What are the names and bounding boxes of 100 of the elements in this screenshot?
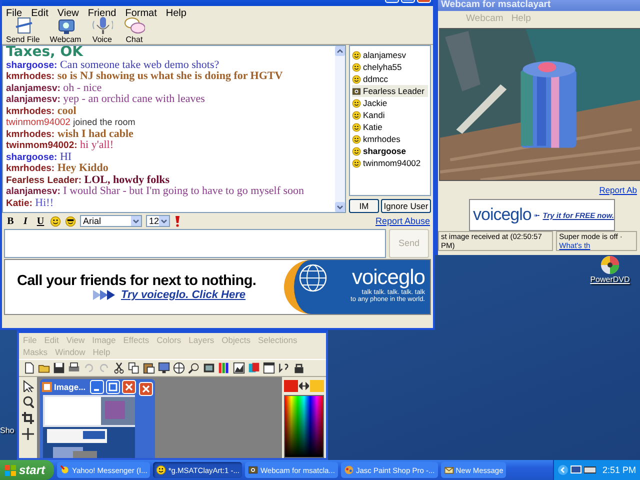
globe-icon[interactable]: [173, 362, 185, 374]
copy-icon[interactable]: [128, 362, 140, 374]
close-icon[interactable]: [122, 380, 136, 394]
chat-message: LOL, howdy folks: [84, 174, 170, 186]
chat-username: kmrhodes:: [6, 128, 55, 140]
user-list-item[interactable]: ddmcc: [352, 73, 428, 85]
palette-icon: [344, 465, 354, 475]
message-input[interactable]: [4, 229, 386, 258]
chat-message: oh - nice: [63, 82, 102, 94]
magnifier-icon[interactable]: [22, 396, 34, 408]
microphone-icon: [91, 15, 114, 35]
arrows-icon: [93, 289, 117, 301]
monitor-icon[interactable]: [570, 465, 582, 475]
magnifier-icon[interactable]: [188, 362, 200, 374]
chat-message: I would Shar - but I'm going to have to go myself soon: [63, 185, 304, 197]
save-icon[interactable]: [53, 362, 65, 374]
swap-arrows-icon[interactable]: [299, 382, 309, 390]
user-list-item[interactable]: chelyha55: [352, 61, 428, 73]
paste-icon[interactable]: [143, 362, 155, 374]
italic-button[interactable]: I: [20, 216, 31, 226]
color-spectrum[interactable]: [284, 395, 324, 458]
chat-message: wish I had cable: [57, 128, 134, 140]
chat-message: Can someone take web demo shots?: [60, 58, 220, 70]
close-icon[interactable]: [139, 382, 153, 396]
user-list-item[interactable]: Kandi: [352, 109, 428, 121]
folder-icon[interactable]: [38, 362, 50, 374]
network-icon[interactable]: [584, 465, 596, 475]
chat-message: cool: [57, 104, 76, 116]
chat-bubbles-icon: [123, 15, 146, 35]
scissors-icon[interactable]: [113, 362, 125, 374]
move-icon[interactable]: [22, 428, 34, 440]
messenger-icon: [60, 465, 70, 475]
chat-username: Fearless Leader:: [6, 174, 82, 186]
user-list-item[interactable]: shargoose: [352, 145, 428, 157]
chat-username: kmrhodes:: [6, 163, 55, 174]
user-list-item[interactable]: Jackie: [352, 97, 428, 109]
user-list-item[interactable]: Katie: [352, 121, 428, 133]
windows-logo-icon: [5, 464, 16, 476]
smiley-icon: [352, 74, 361, 84]
chevron-icon[interactable]: [558, 465, 568, 475]
image-icon: [42, 382, 52, 392]
color-bars-icon[interactable]: [218, 362, 230, 374]
smiley-icon: [352, 158, 361, 168]
user-list-item[interactable]: twinmom94002: [352, 157, 428, 169]
chat-username: alanjamesv:: [6, 186, 60, 197]
layers-icon[interactable]: [248, 362, 260, 374]
smiley-icon: [352, 146, 361, 156]
report-abuse-link[interactable]: Report Ab: [599, 185, 637, 195]
window-icon[interactable]: [263, 362, 275, 374]
sunglasses-smiley-icon[interactable]: [65, 216, 76, 226]
smiley-icon: [156, 465, 166, 475]
user-list-item[interactable]: kmrhodes: [352, 133, 428, 145]
underline-button[interactable]: U: [35, 216, 46, 226]
im-button[interactable]: IM: [349, 199, 379, 213]
user-list-item[interactable]: Fearless Leader: [352, 85, 428, 97]
chat-username: twinmom94002: [6, 117, 70, 128]
color-swatch-icon: [310, 380, 324, 392]
minimize-icon[interactable]: [90, 380, 104, 394]
histogram-icon[interactable]: [203, 362, 215, 374]
chat-message: Hi!!: [35, 196, 54, 208]
lock-icon[interactable]: [293, 362, 305, 374]
crop-icon[interactable]: [22, 412, 34, 424]
window-title: Image...: [54, 382, 87, 392]
brand-logo: voiceglo: [352, 267, 425, 289]
window-title: Webcam for msatclayart: [441, 0, 551, 10]
chart-icon[interactable]: [233, 362, 245, 374]
menu-item[interactable]: Help: [166, 8, 186, 18]
brand-logo: voiceglo: [473, 205, 532, 225]
chat-username: shargoose:: [6, 60, 58, 70]
smiley-icon: [352, 110, 361, 120]
user-list-item[interactable]: alanjamesv: [352, 49, 428, 61]
chat-message: hi y'all!: [80, 139, 114, 151]
webcam-icon: [248, 465, 258, 475]
chat-message: HI: [60, 150, 72, 162]
chat-username: twinmom94002:: [6, 140, 78, 151]
clock: 2:51 PM: [602, 465, 636, 475]
printer-icon[interactable]: [68, 362, 80, 374]
maximize-icon[interactable]: [106, 380, 120, 394]
ignore-user-button[interactable]: Ignore User: [381, 199, 431, 213]
font-select[interactable]: Arial: [80, 215, 142, 227]
new-document-icon[interactable]: [23, 362, 35, 374]
smiley-icon: [352, 62, 361, 72]
exclamation-icon[interactable]: [174, 215, 181, 227]
help-icon[interactable]: [278, 362, 290, 374]
scroll-down-icon: [335, 202, 345, 212]
smiley-icon[interactable]: [50, 216, 61, 226]
report-abuse-link[interactable]: Report Abuse: [375, 216, 430, 226]
monitor-icon[interactable]: [158, 362, 170, 374]
desktop-icon-label[interactable]: Sho: [0, 426, 14, 435]
size-select[interactable]: 12: [146, 215, 170, 227]
chat-message: joined the room: [73, 117, 136, 127]
arrow-pointer-icon[interactable]: [22, 380, 34, 392]
disc-icon[interactable]: [600, 255, 620, 275]
bold-button[interactable]: B: [5, 216, 16, 226]
envelope-icon: [444, 465, 454, 475]
desktop-icon-label[interactable]: PowerDVD: [590, 275, 630, 284]
start-button[interactable]: start: [0, 460, 54, 480]
chat-username: kmrhodes:: [6, 71, 55, 82]
ad-link[interactable]: Try voiceglo. Click Here: [121, 289, 246, 301]
chat-username: kmrhodes:: [6, 106, 55, 116]
